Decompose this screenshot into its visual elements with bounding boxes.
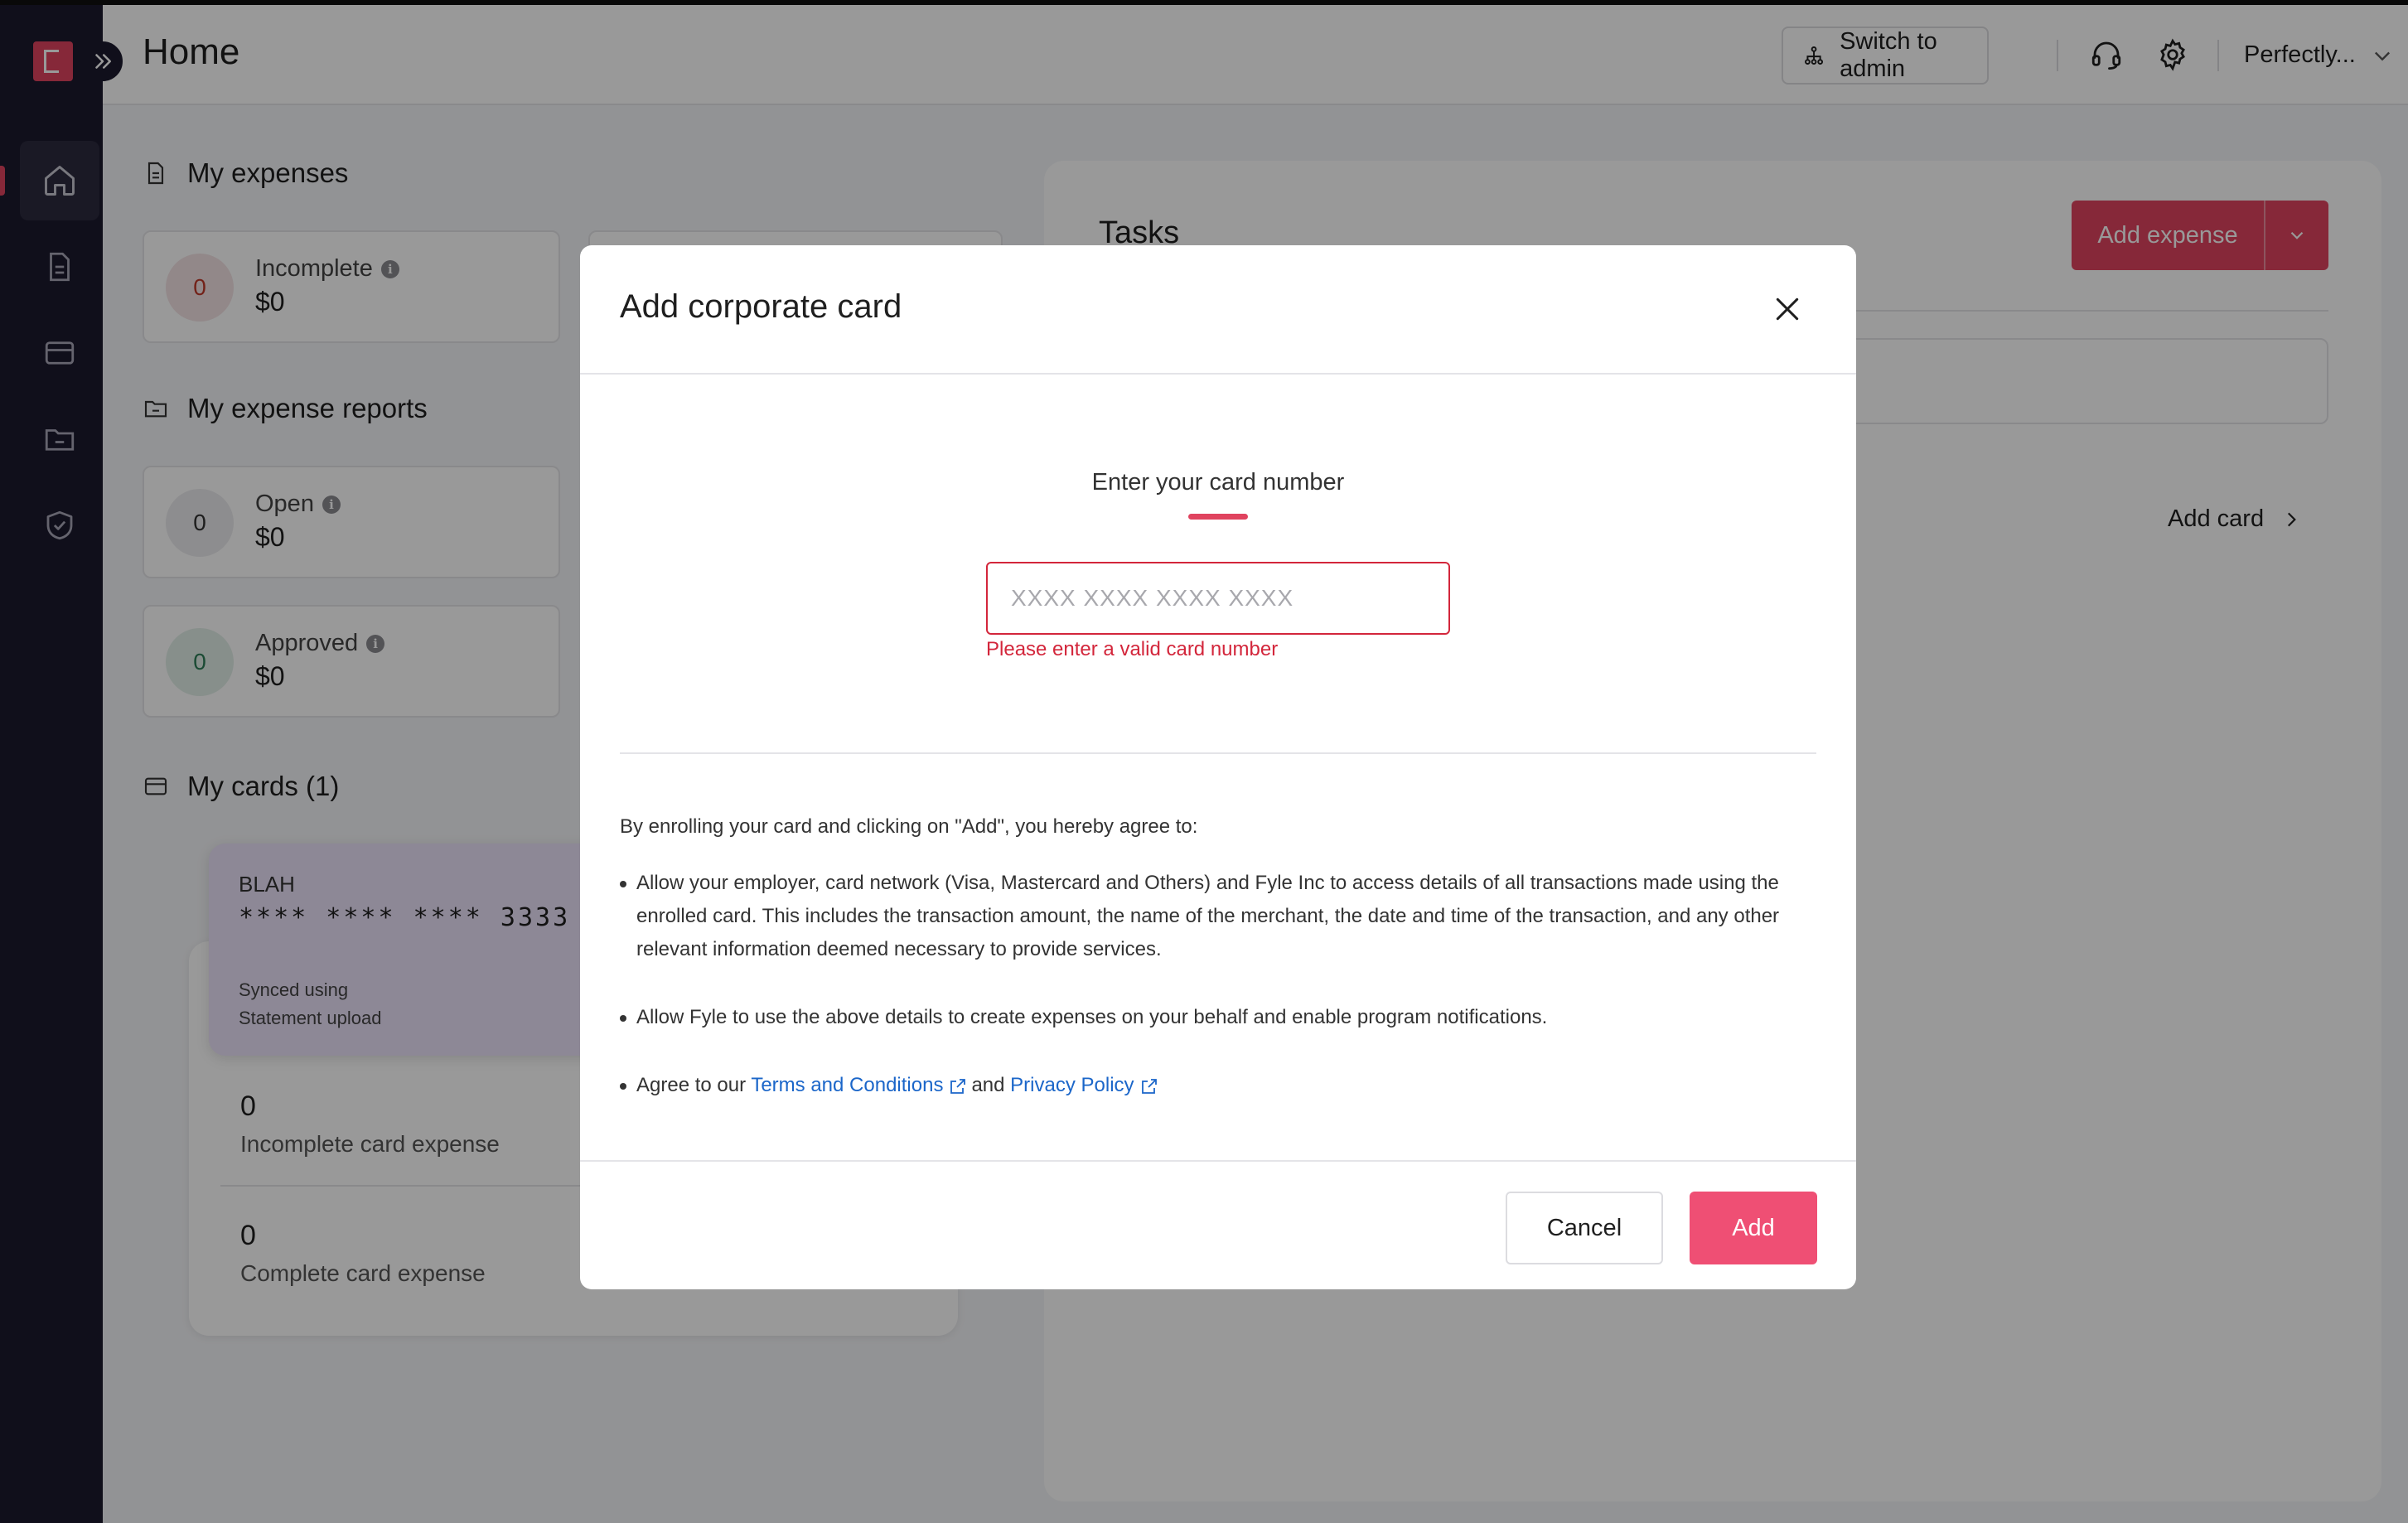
card-number-error: Please enter a valid card number: [986, 638, 1279, 660]
prompt-accent-bar: [1188, 514, 1248, 520]
agree-prefix: Agree to our: [636, 1074, 747, 1096]
privacy-policy-link[interactable]: Privacy Policy: [1010, 1074, 1134, 1096]
terms-list: Allow your employer, card network (Visa,…: [620, 867, 1816, 1137]
terms-item: Allow Fyle to use the above details to c…: [620, 1001, 1816, 1034]
modal-footer-divider: [580, 1160, 1856, 1162]
modal-header-divider: [580, 373, 1856, 375]
terms-divider: [620, 752, 1816, 754]
add-corporate-card-modal: Add corporate card Enter your card numbe…: [580, 245, 1856, 1289]
card-number-prompt: Enter your card number: [1091, 469, 1345, 496]
external-link-icon: [1141, 1078, 1157, 1094]
terms-item: Allow your employer, card network (Visa,…: [620, 867, 1816, 966]
external-link-icon: [950, 1078, 966, 1094]
modal-title: Add corporate card: [620, 288, 902, 325]
close-button[interactable]: [1767, 288, 1808, 330]
agree-and: and: [971, 1074, 1005, 1096]
terms-intro: By enrolling your card and clicking on "…: [620, 815, 1198, 838]
close-icon: [1776, 297, 1799, 321]
terms-and-conditions-link[interactable]: Terms and Conditions: [751, 1074, 943, 1096]
add-button[interactable]: Add: [1690, 1192, 1817, 1264]
card-number-input[interactable]: [986, 562, 1450, 635]
cancel-button[interactable]: Cancel: [1506, 1192, 1663, 1264]
terms-item-agree: Agree to our Terms and Conditions and Pri…: [620, 1069, 1816, 1102]
